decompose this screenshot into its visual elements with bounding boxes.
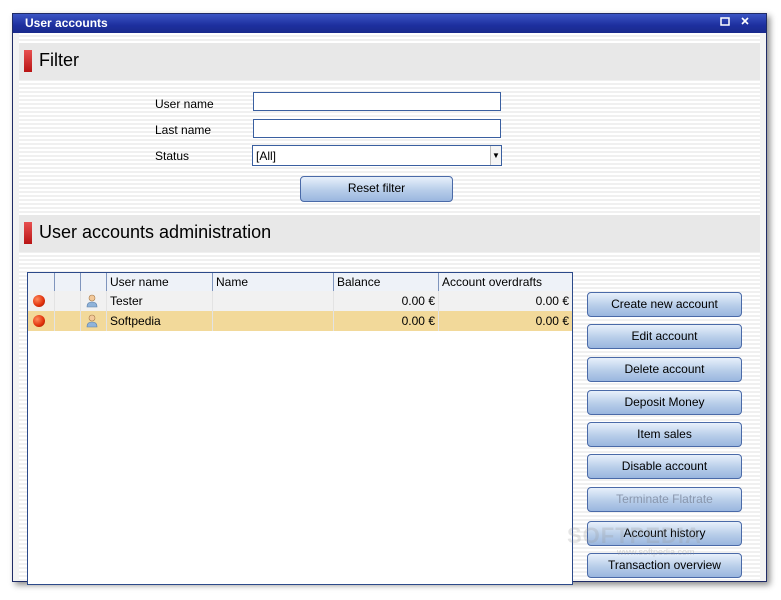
admin-heading: User accounts administration [39, 222, 272, 242]
column-header-icon[interactable] [81, 273, 107, 291]
icon-cell [81, 291, 107, 311]
username-cell: Softpedia [107, 311, 213, 331]
watermark-url: www.softpedia.com [617, 547, 695, 557]
delete-account-button[interactable]: Delete account [587, 357, 742, 382]
table-header: User name Name Balance Account overdraft… [28, 273, 572, 292]
maximize-icon[interactable] [718, 16, 732, 30]
icon-cell [81, 311, 107, 331]
disable-account-button[interactable]: Disable account [587, 454, 742, 479]
status-label: Status [155, 149, 190, 163]
lastname-label: Last name [155, 123, 212, 137]
window-content: Filter User name Last name Status [All] … [19, 33, 760, 585]
overdrafts-cell: 0.00 € [535, 294, 569, 308]
watermark: SOFTPEDIA [567, 523, 702, 548]
table-row-selected[interactable]: Softpedia 0.00 € 0.00 € [28, 311, 572, 331]
flag-cell [55, 291, 81, 311]
name-cell [213, 291, 334, 311]
status-dot-icon [33, 315, 45, 327]
admin-section-header: User accounts administration [19, 215, 760, 252]
column-header-flag[interactable] [55, 273, 81, 291]
terminate-flatrate-button[interactable]: Terminate Flatrate [587, 487, 742, 512]
username-label: User name [155, 97, 214, 111]
status-cell [28, 291, 55, 311]
overdrafts-cell: 0.00 € [535, 314, 569, 328]
table-row[interactable]: Tester 0.00 € 0.00 € [28, 291, 572, 311]
flag-cell [55, 311, 81, 331]
column-header-overdrafts[interactable]: Account overdrafts [439, 273, 572, 291]
username-input[interactable] [253, 92, 501, 111]
deposit-money-button[interactable]: Deposit Money [587, 390, 742, 415]
status-select[interactable]: [All] ▼ [252, 145, 502, 166]
accounts-table[interactable]: User name Name Balance Account overdraft… [27, 272, 573, 585]
column-header-username[interactable]: User name [107, 273, 213, 291]
accent-bar [24, 222, 32, 244]
user-accounts-window: User accounts Filter User name Last name… [12, 13, 767, 585]
balance-cell: 0.00 € [334, 291, 439, 311]
close-icon[interactable] [738, 16, 752, 30]
user-icon [86, 314, 98, 328]
status-cell [28, 311, 55, 331]
window-title: User accounts [25, 16, 108, 30]
edit-account-button[interactable]: Edit account [587, 324, 742, 349]
filter-heading: Filter [39, 50, 79, 70]
column-header-balance[interactable]: Balance [334, 273, 439, 291]
username-cell: Tester [107, 291, 213, 311]
accent-bar [24, 50, 32, 72]
lastname-input[interactable] [253, 119, 501, 138]
column-header-status[interactable] [28, 273, 55, 291]
balance-cell: 0.00 € [334, 311, 439, 331]
status-dot-icon [33, 295, 45, 307]
chevron-down-icon[interactable]: ▼ [490, 146, 501, 165]
name-cell [213, 311, 334, 331]
filter-section-header: Filter [19, 43, 760, 80]
reset-filter-button[interactable]: Reset filter [300, 176, 453, 202]
status-value: [All] [256, 149, 277, 163]
title-bar[interactable]: User accounts [13, 14, 766, 33]
user-icon [86, 294, 98, 308]
item-sales-button[interactable]: Item sales [587, 422, 742, 447]
create-account-button[interactable]: Create new account [587, 292, 742, 317]
column-header-name[interactable]: Name [213, 273, 334, 291]
